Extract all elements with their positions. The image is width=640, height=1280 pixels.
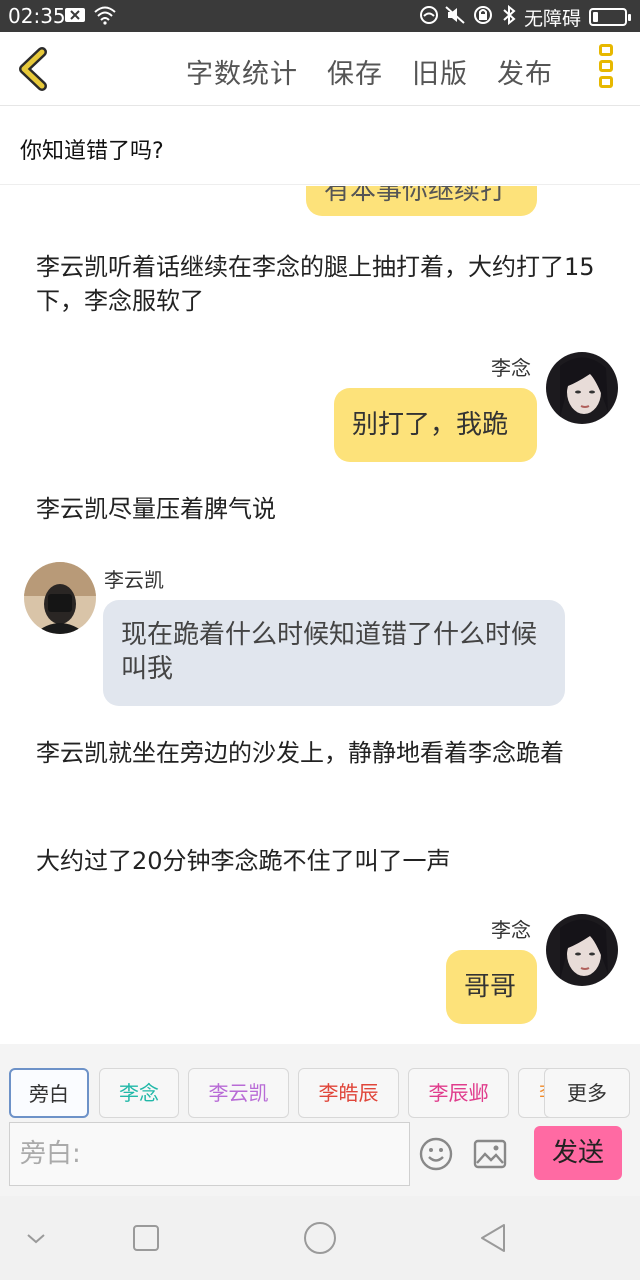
publish-button[interactable]: 发布 bbox=[497, 52, 553, 91]
narration-line[interactable]: 李云凯就坐在旁边的沙发上，静静地看着李念跪着 bbox=[36, 736, 606, 770]
avatar[interactable] bbox=[546, 352, 618, 424]
notification-close-icon bbox=[65, 8, 85, 22]
accessibility-text: 无障碍 bbox=[524, 8, 582, 30]
speaker-name: 李念 bbox=[491, 918, 531, 942]
system-nav-bar bbox=[0, 1196, 640, 1280]
recents-square-icon[interactable] bbox=[128, 1220, 164, 1256]
chat-bubble-text: 哥哥 bbox=[464, 972, 517, 1002]
role-chip[interactable]: 李云凯 bbox=[188, 1068, 289, 1118]
chat-bubble[interactable]: 别打了，我跪 bbox=[334, 388, 537, 462]
story-title-row[interactable]: 你知道错了吗? bbox=[0, 107, 640, 185]
save-button[interactable]: 保存 bbox=[327, 52, 383, 91]
bluetooth-icon bbox=[503, 5, 516, 25]
role-chip[interactable]: 李皓辰 bbox=[298, 1068, 399, 1118]
chevron-down-icon[interactable] bbox=[18, 1220, 54, 1256]
more-roles-button[interactable]: 更多 bbox=[544, 1068, 630, 1118]
status-bar: 02:35 无障碍 bbox=[0, 0, 640, 32]
menu-dot bbox=[599, 44, 613, 56]
battery-icon bbox=[589, 8, 631, 26]
role-selector[interactable]: 旁白 李念 李云凯 李皓辰 李辰邺 李 更多 bbox=[0, 1044, 640, 1120]
send-button[interactable]: 发送 bbox=[534, 1126, 622, 1180]
chat-bubble-partial[interactable]: 有本事你继续打 bbox=[306, 186, 537, 216]
narration-line[interactable]: 大约过了20分钟李念跪不住了叫了一声 bbox=[36, 844, 606, 878]
message-input[interactable] bbox=[9, 1122, 410, 1186]
status-time: 02:35 bbox=[8, 4, 66, 28]
narration-line[interactable]: 李云凯听着话继续在李念的腿上抽打着，大约打了15下，李念服软了 bbox=[36, 250, 606, 318]
chat-bubble[interactable]: 现在跪着什么时候知道错了什么时候叫我 bbox=[103, 600, 565, 706]
lock-rotation-icon bbox=[474, 6, 492, 24]
smiley-icon[interactable] bbox=[418, 1136, 454, 1172]
avatar[interactable] bbox=[546, 914, 618, 986]
avatar[interactable] bbox=[24, 562, 96, 634]
narration-line[interactable]: 李云凯尽量压着脾气说 bbox=[36, 492, 606, 526]
editor-toolbar: 字数统计 保存 旧版 发布 bbox=[0, 32, 640, 106]
mute-icon bbox=[445, 6, 465, 24]
role-chip[interactable]: 旁白 bbox=[9, 1068, 89, 1118]
chat-bubble-text: 有本事你继续打 bbox=[324, 186, 507, 206]
avatar-boy-image bbox=[24, 562, 96, 634]
more-vertical-icon[interactable] bbox=[596, 44, 616, 96]
word-count-button[interactable]: 字数统计 bbox=[186, 52, 298, 91]
battery-level bbox=[593, 12, 598, 22]
chat-bubble[interactable]: 哥哥 bbox=[446, 950, 537, 1024]
avatar-girl-image bbox=[546, 914, 618, 986]
chevron-left-icon[interactable] bbox=[12, 44, 56, 94]
wifi-icon bbox=[94, 6, 116, 25]
chat-bubble-text: 现在跪着什么时候知道错了什么时候叫我 bbox=[121, 620, 538, 684]
role-chip[interactable]: 李念 bbox=[99, 1068, 179, 1118]
speaker-name: 李云凯 bbox=[104, 568, 164, 592]
avatar-girl-image bbox=[546, 352, 618, 424]
composer-panel: 旁白 李念 李云凯 李皓辰 李辰邺 李 更多 发送 bbox=[0, 1044, 640, 1196]
old-version-button[interactable]: 旧版 bbox=[412, 52, 468, 91]
menu-dot bbox=[599, 76, 613, 88]
home-circle-icon[interactable] bbox=[302, 1220, 338, 1256]
chat-bubble-text: 别打了，我跪 bbox=[352, 410, 509, 440]
back-triangle-icon[interactable] bbox=[476, 1220, 512, 1256]
speaker-name: 李念 bbox=[491, 356, 531, 380]
menu-dot bbox=[599, 60, 613, 72]
chat-area[interactable]: 有本事你继续打 李云凯听着话继续在李念的腿上抽打着，大约打了15下，李念服软了 … bbox=[0, 186, 640, 1044]
story-title: 你知道错了吗? bbox=[20, 139, 164, 164]
role-chip[interactable]: 李辰邺 bbox=[408, 1068, 509, 1118]
eye-comfort-icon bbox=[420, 6, 438, 24]
image-icon[interactable] bbox=[472, 1136, 508, 1172]
